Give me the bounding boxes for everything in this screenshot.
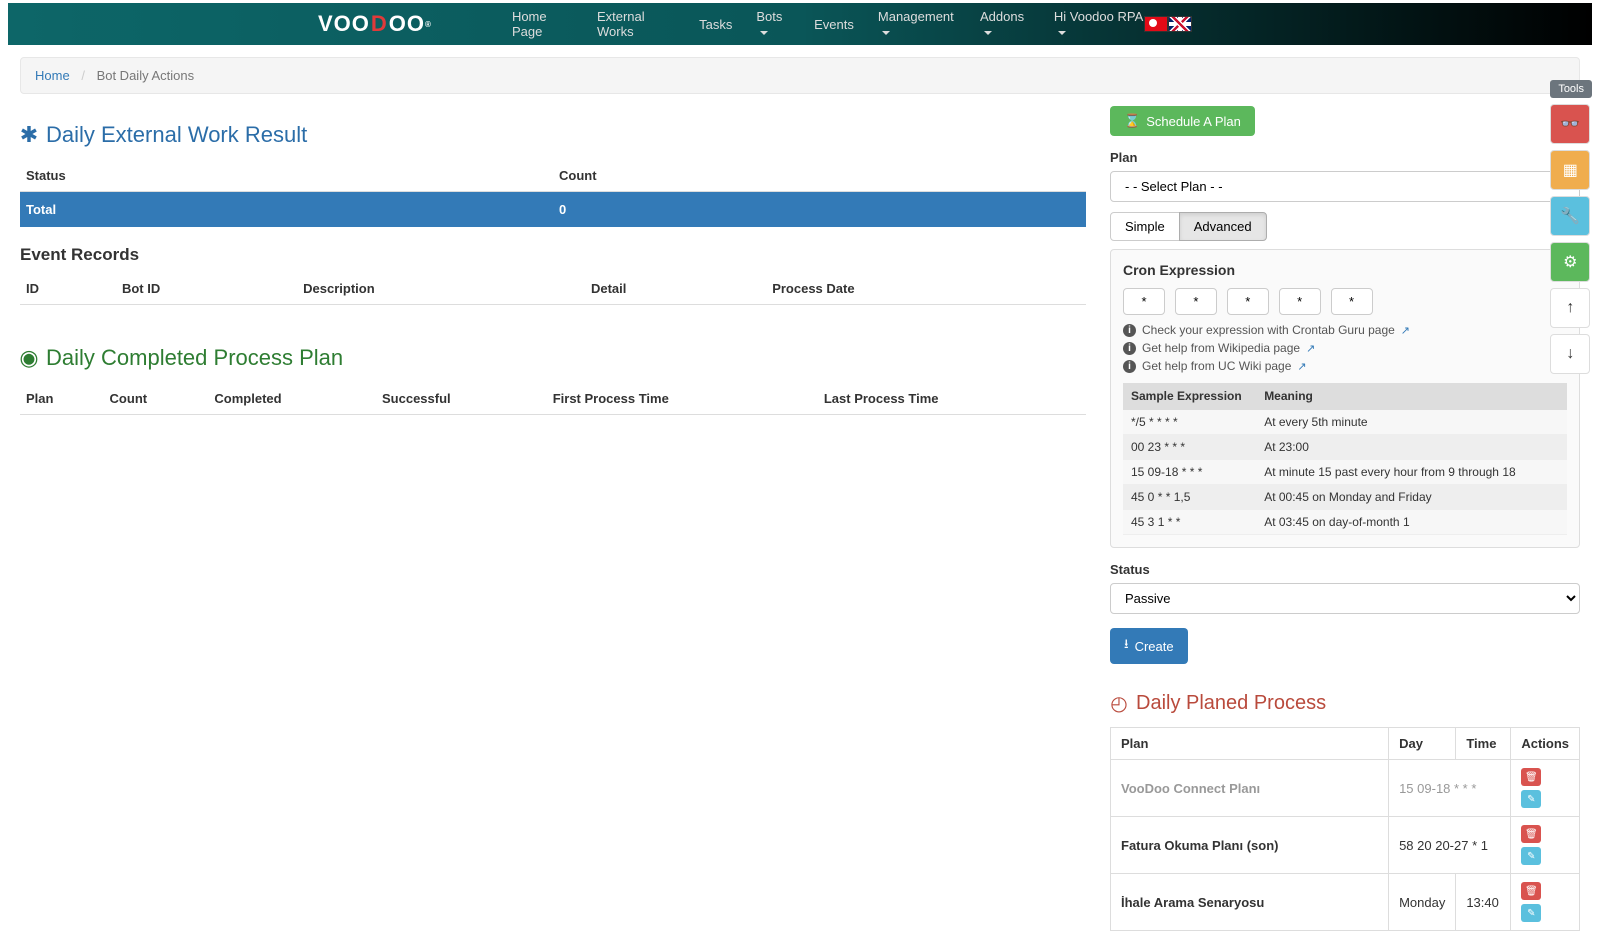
- planned-row: İhale Arama SenaryosuMonday13:40🗑✎: [1111, 874, 1580, 931]
- trash-icon: 🗑: [1525, 772, 1538, 783]
- delete-button[interactable]: 🗑: [1521, 825, 1541, 843]
- event-records-title: Event Records: [20, 245, 1086, 265]
- planned-process-title: ◴ Daily Planed Process: [1110, 692, 1580, 715]
- edit-button[interactable]: ✎: [1521, 790, 1541, 808]
- sample-row: */5 * * * *At every 5th minute: [1123, 410, 1567, 435]
- rail-btn-up[interactable]: ↑: [1550, 288, 1590, 328]
- advanced-tab[interactable]: Advanced: [1179, 212, 1267, 241]
- cron-hour-input[interactable]: [1175, 288, 1217, 315]
- top-nav: VOODOO® Home Page External Works Tasks B…: [8, 3, 1592, 45]
- cron-dow-input[interactable]: [1331, 288, 1373, 315]
- tools-label: Tools: [1550, 80, 1592, 98]
- wrench-icon: 🔧: [1560, 206, 1580, 226]
- trash-icon: 🗑: [1525, 886, 1538, 897]
- arrow-up-icon: ↑: [1566, 299, 1574, 317]
- nav-events[interactable]: Events: [814, 17, 854, 32]
- arrow-down-icon: ↓: [1566, 345, 1574, 363]
- document-icon: ▦: [1563, 160, 1578, 180]
- flag-uk-icon[interactable]: [1168, 16, 1192, 32]
- th-status: Status: [20, 160, 553, 192]
- flag-tr-icon[interactable]: [1144, 16, 1168, 32]
- clock-icon: ◴: [1110, 695, 1128, 713]
- edit-icon: ✎: [1527, 851, 1535, 862]
- rail-btn-down[interactable]: ↓: [1550, 334, 1590, 374]
- sample-row: 15 09-18 * * *At minute 15 past every ho…: [1123, 460, 1567, 485]
- info-icon: i: [1123, 324, 1136, 337]
- total-row: Total 0: [20, 192, 1086, 228]
- rail-btn-2[interactable]: ▦: [1550, 150, 1590, 190]
- binoculars-icon: 👓: [1560, 114, 1580, 134]
- play-circle-icon: ◉: [20, 349, 38, 367]
- cron-title: Cron Expression: [1123, 262, 1567, 278]
- event-records-table: ID Bot ID Description Detail Process Dat…: [20, 273, 1086, 305]
- sample-row: 00 23 * * *At 23:00: [1123, 435, 1567, 460]
- crontab-guru-link[interactable]: ↗: [1401, 324, 1410, 337]
- planned-table: Plan Day Time Actions VooDoo Connect Pla…: [1110, 727, 1580, 931]
- hourglass-icon: ⌛: [1124, 113, 1140, 129]
- rail-btn-3[interactable]: 🔧: [1550, 196, 1590, 236]
- external-work-title: ✱ Daily External Work Result: [20, 122, 1086, 148]
- breadcrumb-home[interactable]: Home: [35, 68, 70, 83]
- external-work-table: Status Count Total 0: [20, 160, 1086, 227]
- sample-row: 45 0 * * 1,5At 00:45 on Monday and Frida…: [1123, 485, 1567, 510]
- download-icon: ⭳: [1124, 635, 1129, 657]
- nav-home[interactable]: Home Page: [512, 9, 573, 39]
- create-button[interactable]: ⭳ Create: [1110, 628, 1188, 664]
- info-icon: i: [1123, 342, 1136, 355]
- wikipedia-link[interactable]: ↗: [1306, 342, 1315, 355]
- logo: VOODOO®: [318, 11, 432, 37]
- rail-btn-4[interactable]: ⚙: [1550, 242, 1590, 282]
- cron-panel: Cron Expression iCheck your expression w…: [1110, 249, 1580, 548]
- nav-tasks[interactable]: Tasks: [699, 17, 732, 32]
- status-label: Status: [1110, 562, 1580, 577]
- th-count: Count: [553, 160, 1086, 192]
- planned-row: VooDoo Connect Planı15 09-18 * * *🗑✎: [1111, 760, 1580, 817]
- cron-dom-input[interactable]: [1227, 288, 1269, 315]
- ucwiki-link[interactable]: ↗: [1297, 360, 1306, 373]
- cron-minute-input[interactable]: [1123, 288, 1165, 315]
- plan-label: Plan: [1110, 150, 1580, 165]
- trash-icon: 🗑: [1525, 829, 1538, 840]
- edit-button[interactable]: ✎: [1521, 904, 1541, 922]
- nav-external[interactable]: External Works: [597, 9, 675, 39]
- cron-month-input[interactable]: [1279, 288, 1321, 315]
- gear-icon: ⚙: [1563, 252, 1577, 272]
- plan-select[interactable]: - - Select Plan - -: [1110, 171, 1580, 202]
- sample-row: 45 3 1 * *At 03:45 on day-of-month 1: [1123, 510, 1567, 535]
- completed-plan-title: ◉ Daily Completed Process Plan: [20, 345, 1086, 371]
- rail-btn-1[interactable]: 👓: [1550, 104, 1590, 144]
- status-select[interactable]: Passive: [1110, 583, 1580, 614]
- edit-icon: ✎: [1527, 908, 1535, 919]
- nav-user[interactable]: Hi Voodoo RPA: [1054, 9, 1144, 39]
- schedule-plan-button[interactable]: ⌛ Schedule A Plan: [1110, 106, 1255, 136]
- delete-button[interactable]: 🗑: [1521, 768, 1541, 786]
- breadcrumb: Home / Bot Daily Actions: [20, 57, 1580, 94]
- gear-icon: ✱: [20, 126, 38, 144]
- delete-button[interactable]: 🗑: [1521, 882, 1541, 900]
- edit-icon: ✎: [1527, 794, 1535, 805]
- completed-plan-table: Plan Count Completed Successful First Pr…: [20, 383, 1086, 415]
- nav-management[interactable]: Management: [878, 9, 956, 39]
- planned-row: Fatura Okuma Planı (son)58 20 20-27 * 1🗑…: [1111, 817, 1580, 874]
- nav-bots[interactable]: Bots: [756, 9, 790, 39]
- nav-addons[interactable]: Addons: [980, 9, 1030, 39]
- info-icon: i: [1123, 360, 1136, 373]
- simple-tab[interactable]: Simple: [1110, 212, 1180, 241]
- tools-rail: Tools 👓 ▦ 🔧 ⚙ ↑ ↓: [1550, 80, 1592, 374]
- breadcrumb-current: Bot Daily Actions: [97, 68, 195, 83]
- sample-expression-table: Sample Expression Meaning */5 * * * *At …: [1123, 383, 1567, 535]
- edit-button[interactable]: ✎: [1521, 847, 1541, 865]
